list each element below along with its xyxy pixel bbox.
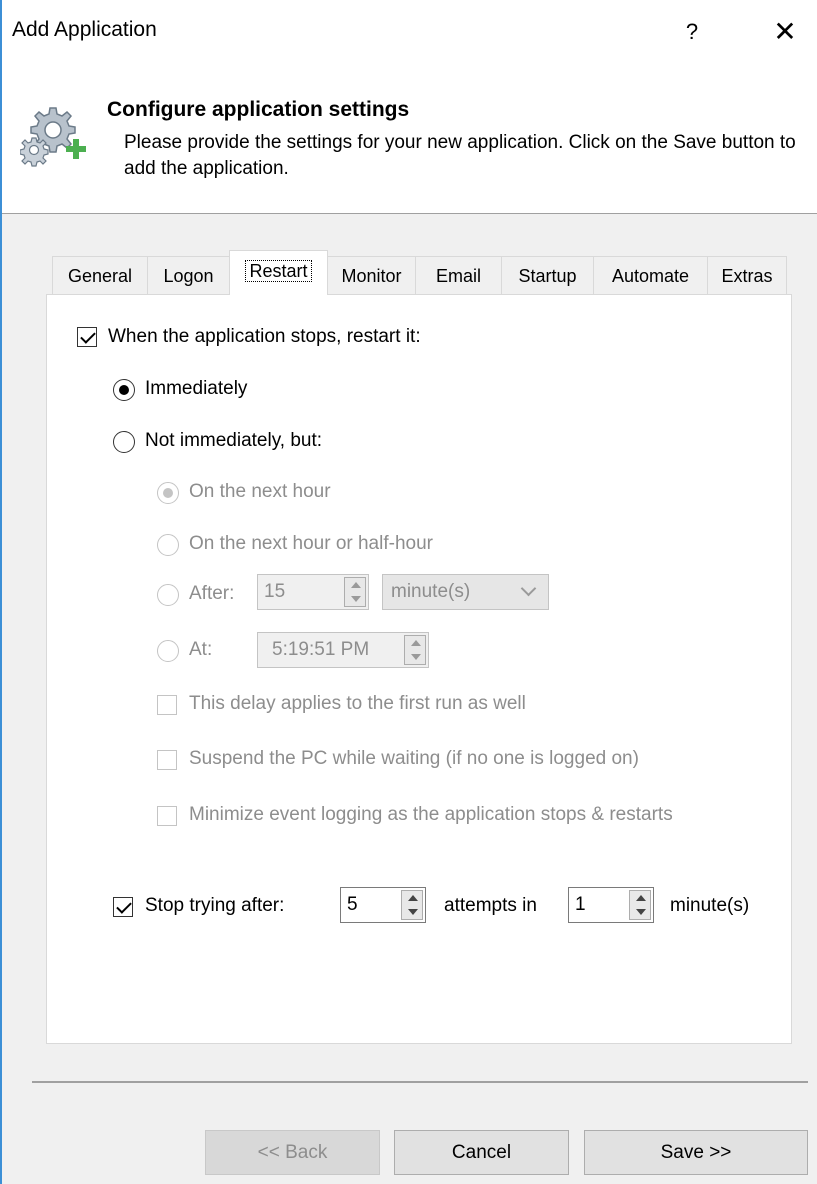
at-time-picker[interactable]: 5:19:51 PM: [257, 632, 429, 668]
stop-trying-label: Stop trying after:: [145, 895, 285, 916]
minimize-logging-label: Minimize event logging as the applicatio…: [189, 804, 673, 825]
tab-email[interactable]: Email: [415, 256, 502, 295]
suspend-checkbox[interactable]: [157, 750, 177, 770]
at-label: At:: [189, 639, 213, 660]
next-hour-label: On the next hour: [189, 481, 331, 502]
not-immediately-radio[interactable]: [113, 431, 135, 453]
tab-monitor[interactable]: Monitor: [327, 256, 416, 295]
attempts-value: 5: [347, 894, 358, 915]
tab-label: Restart: [245, 260, 312, 282]
tab-label: Automate: [611, 266, 690, 286]
tab-label: Extras: [721, 266, 773, 286]
minutes-label: minute(s): [670, 895, 750, 916]
next-half-hour-radio[interactable]: [157, 534, 179, 556]
at-time-value: 5:19:51 PM: [272, 639, 370, 660]
close-button[interactable]: ✕: [763, 12, 807, 52]
tab-extras[interactable]: Extras: [707, 256, 787, 295]
chevron-down-icon: [520, 580, 537, 597]
restart-tab-panel: [46, 294, 792, 1044]
after-unit-select[interactable]: minute(s): [382, 574, 549, 610]
footer-divider: [32, 1081, 808, 1083]
save-button[interactable]: Save >>: [584, 1130, 808, 1175]
after-radio[interactable]: [157, 584, 179, 606]
immediately-radio[interactable]: [113, 379, 135, 401]
restart-label: When the application stops, restart it:: [108, 326, 421, 347]
header-description: Please provide the settings for your new…: [124, 132, 796, 179]
suspend-label: Suspend the PC while waiting (if no one …: [189, 748, 639, 769]
first-run-checkbox[interactable]: [157, 695, 177, 715]
header-title: Configure application settings: [107, 98, 410, 121]
next-hour-radio[interactable]: [157, 482, 179, 504]
spin-arrows-icon[interactable]: [401, 890, 423, 920]
tab-restart[interactable]: Restart: [229, 250, 328, 295]
at-radio[interactable]: [157, 640, 179, 662]
attempts-stepper[interactable]: 5: [340, 887, 426, 923]
tab-startup[interactable]: Startup: [501, 256, 594, 295]
spin-arrows-icon[interactable]: [629, 890, 651, 920]
next-half-hour-label: On the next hour or half-hour: [189, 533, 433, 554]
not-immediately-label: Not immediately, but:: [145, 430, 323, 451]
after-value: 15: [264, 581, 286, 602]
gear-plus-icon: [19, 100, 90, 170]
tab-label: Monitor: [341, 266, 402, 286]
spin-arrows-icon[interactable]: [404, 635, 426, 665]
tab-automate[interactable]: Automate: [593, 256, 708, 295]
spin-arrows-icon[interactable]: [344, 577, 366, 607]
attempts-in-label: attempts in: [444, 895, 537, 916]
window-title: Add Application: [12, 18, 157, 41]
immediately-label: Immediately: [145, 378, 248, 399]
after-label: After:: [189, 583, 235, 604]
minutes-stepper[interactable]: 1: [568, 887, 654, 923]
help-button[interactable]: ?: [672, 12, 712, 52]
back-button[interactable]: << Back: [205, 1130, 380, 1175]
minimize-logging-checkbox[interactable]: [157, 806, 177, 826]
tab-general[interactable]: General: [52, 256, 148, 295]
tab-label: Email: [435, 266, 481, 286]
first-run-label: This delay applies to the first run as w…: [189, 693, 526, 714]
tab-logon[interactable]: Logon: [147, 256, 230, 295]
tab-label: General: [67, 266, 133, 286]
restart-checkbox[interactable]: [77, 327, 97, 347]
after-unit-value: minute(s): [391, 581, 471, 602]
stop-trying-checkbox[interactable]: [113, 897, 133, 917]
tab-label: Startup: [518, 266, 577, 286]
cancel-button[interactable]: Cancel: [394, 1130, 569, 1175]
after-value-stepper[interactable]: 15: [257, 574, 369, 610]
tab-label: Logon: [163, 266, 214, 286]
minutes-value: 1: [575, 894, 586, 915]
